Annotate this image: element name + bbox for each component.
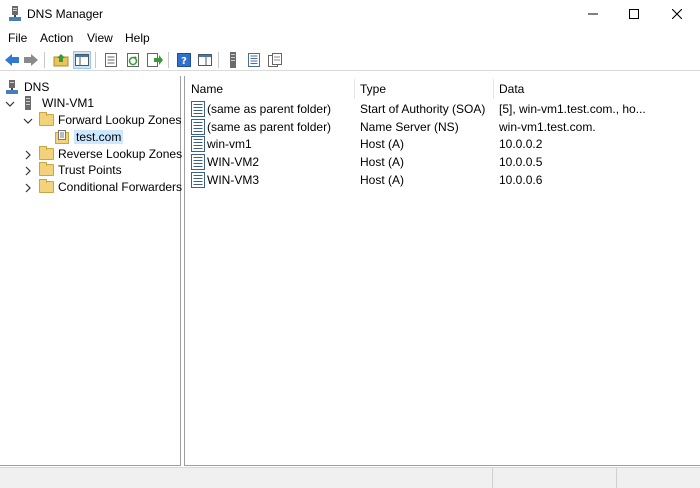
tree-label-forward-lookup-zones: Forward Lookup Zones [58, 112, 182, 127]
menu-action[interactable]: Action [40, 31, 73, 45]
table-row[interactable]: (same as parent folder) Name Server (NS)… [185, 118, 700, 136]
cell-name: win-vm1 [207, 137, 252, 151]
toolbar-separator [218, 52, 219, 68]
tree-label-zone: test.com [74, 129, 124, 144]
menu-file[interactable]: File [8, 31, 27, 45]
cell-name: (same as parent folder) [207, 120, 332, 134]
tree-label-dns: DNS [24, 79, 50, 94]
dns-manager-icon [8, 6, 22, 22]
window-title: DNS Manager [27, 7, 104, 21]
cell-name: (same as parent folder) [207, 102, 332, 116]
chevron-down-icon[interactable] [5, 98, 15, 108]
cell-type: Host (A) [360, 173, 405, 187]
record-icon [191, 154, 205, 170]
column-header-name[interactable]: Name [185, 79, 355, 99]
tree-label-server: WIN-VM1 [42, 95, 94, 110]
column-header-type[interactable]: Type [354, 79, 494, 99]
console-tree: DNS WIN-VM1 Forward Lookup Zones test.co… [0, 76, 182, 466]
export-list-icon[interactable] [146, 51, 164, 69]
cell-type: Host (A) [360, 155, 405, 169]
help-icon[interactable]: ? [175, 51, 193, 69]
toolbar: ? [0, 49, 700, 71]
table-row[interactable]: WIN-VM3 Host (A) 10.0.0.6 [185, 171, 700, 189]
close-button[interactable] [654, 0, 700, 28]
minimize-button[interactable] [570, 0, 616, 28]
tree-label-reverse-lookup-zones: Reverse Lookup Zones [58, 146, 183, 161]
menu-help[interactable]: Help [125, 31, 150, 45]
record-icon [191, 172, 205, 188]
server-icon [23, 95, 39, 110]
table-row[interactable]: (same as parent folder) Start of Authori… [185, 100, 700, 118]
status-segment [492, 468, 616, 488]
tree-node-trust-points[interactable]: Trust Points [23, 161, 122, 178]
tree-node-zone-test-com[interactable]: test.com [55, 128, 124, 145]
zone-icon [55, 129, 71, 144]
tree-node-conditional-forwarders[interactable]: Conditional Forwarders [23, 178, 182, 195]
tree-node-dns[interactable]: DNS [5, 78, 49, 95]
toolbar-separator [44, 52, 45, 68]
chevron-right-icon[interactable] [23, 149, 33, 159]
record-list: Name Type Data (same as parent folder) S… [184, 76, 700, 466]
tree-label-trust-points: Trust Points [58, 162, 122, 177]
table-row[interactable]: win-vm1 Host (A) 10.0.0.2 [185, 135, 700, 153]
chevron-right-icon[interactable] [23, 165, 33, 175]
record-icon [191, 119, 205, 135]
cell-data: 10.0.0.6 [499, 173, 543, 187]
show-console-tree-icon[interactable] [196, 51, 214, 69]
cell-name: WIN-VM3 [207, 173, 259, 187]
show-hide-tree-icon[interactable] [73, 51, 91, 69]
refresh-icon[interactable] [124, 51, 142, 69]
record-icon [191, 136, 205, 152]
tree-node-server[interactable]: WIN-VM1 [5, 94, 94, 111]
toolbar-separator [95, 52, 96, 68]
cell-data: 10.0.0.2 [499, 137, 543, 151]
chevron-down-icon[interactable] [23, 115, 33, 125]
toolbar-separator [168, 52, 169, 68]
server-icon[interactable] [224, 51, 242, 69]
status-segment [616, 468, 700, 488]
chevron-right-icon[interactable] [23, 182, 33, 192]
cell-name: WIN-VM2 [207, 155, 259, 169]
tree-label-conditional-forwarders: Conditional Forwarders [58, 179, 183, 194]
menu-view[interactable]: View [87, 31, 113, 45]
copy-icon[interactable] [266, 51, 284, 69]
cell-type: Start of Authority (SOA) [360, 102, 486, 116]
cell-type: Name Server (NS) [360, 120, 459, 134]
cell-data: win-vm1.test.com. [499, 120, 596, 134]
forward-icon[interactable] [22, 51, 40, 69]
cell-data: [5], win-vm1.test.com., ho... [499, 102, 646, 116]
record-icon [191, 101, 205, 117]
folder-icon [39, 178, 55, 194]
back-icon[interactable] [3, 51, 21, 69]
folder-icon [39, 111, 55, 127]
svg-text:?: ? [181, 56, 187, 67]
folder-icon [39, 145, 55, 161]
menu-bar: File Action View Help [0, 28, 700, 48]
status-bar [0, 467, 700, 488]
properties-icon[interactable] [102, 51, 120, 69]
tree-node-reverse-lookup-zones[interactable]: Reverse Lookup Zones [23, 145, 182, 162]
maximize-button[interactable] [611, 0, 657, 28]
cell-type: Host (A) [360, 137, 405, 151]
column-header-data[interactable]: Data [493, 79, 693, 99]
dns-icon [5, 79, 21, 94]
zone-icon[interactable] [245, 51, 263, 69]
table-row[interactable]: WIN-VM2 Host (A) 10.0.0.5 [185, 153, 700, 171]
up-folder-icon[interactable] [52, 51, 70, 69]
title-bar: DNS Manager [0, 0, 700, 28]
folder-icon [39, 161, 55, 177]
tree-node-forward-lookup-zones[interactable]: Forward Lookup Zones [23, 111, 181, 128]
cell-data: 10.0.0.5 [499, 155, 543, 169]
